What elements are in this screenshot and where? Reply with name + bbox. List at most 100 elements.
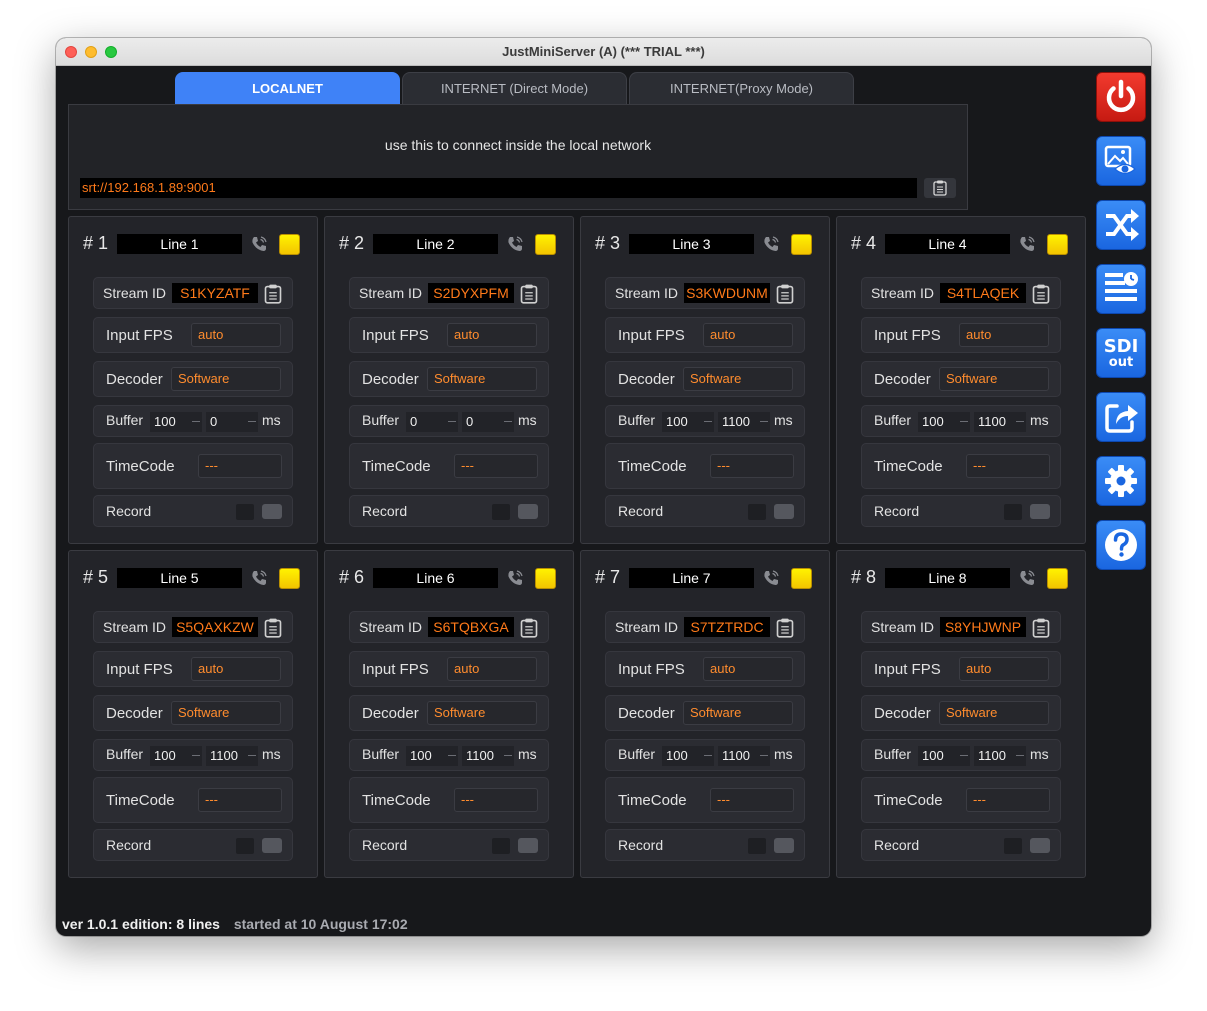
record-toggle[interactable]	[262, 504, 282, 519]
buffer-min-stepper[interactable]	[446, 746, 458, 766]
clipboard-icon[interactable]	[520, 284, 538, 304]
record-toggle[interactable]	[774, 504, 794, 519]
buffer-max-stepper[interactable]	[758, 412, 770, 432]
help-button[interactable]	[1096, 520, 1146, 570]
decoder-label: Decoder	[362, 371, 419, 388]
record-toggle[interactable]	[518, 504, 538, 519]
clipboard-icon[interactable]	[776, 618, 794, 638]
record-toggle[interactable]	[262, 838, 282, 853]
phone-icon[interactable]	[506, 569, 524, 587]
decoder-select[interactable]: Software	[171, 701, 281, 725]
buffer-max-stepper[interactable]	[246, 412, 258, 432]
record-row: Record	[861, 829, 1061, 861]
phone-icon[interactable]	[250, 569, 268, 587]
timecode-label: TimeCode	[874, 458, 943, 475]
input-fps-select[interactable]: auto	[959, 657, 1049, 681]
clipboard-icon[interactable]	[1032, 618, 1050, 638]
routing-button[interactable]	[1096, 200, 1146, 250]
tab-internet-proxy[interactable]: INTERNET(Proxy Mode)	[629, 72, 854, 104]
copy-url-button[interactable]	[924, 178, 956, 198]
power-button[interactable]	[1096, 72, 1146, 122]
preview-button[interactable]	[1096, 136, 1146, 186]
buffer-min-stepper[interactable]	[702, 746, 714, 766]
buffer-max-stepper[interactable]	[246, 746, 258, 766]
clipboard-icon[interactable]	[776, 284, 794, 304]
timecode-label: TimeCode	[362, 792, 431, 809]
buffer-min-stepper[interactable]	[446, 412, 458, 432]
clipboard-icon[interactable]	[264, 284, 282, 304]
schedule-icon	[1105, 272, 1138, 301]
edition-label: edition: 8 lines	[121, 916, 220, 932]
input-fps-select[interactable]: auto	[703, 323, 793, 347]
line-name-field[interactable]: Line 7	[629, 568, 754, 588]
connection-url-field[interactable]: srt://192.168.1.89:9001	[80, 178, 917, 198]
decoder-select[interactable]: Software	[683, 701, 793, 725]
settings-button[interactable]	[1096, 456, 1146, 506]
line-name-field[interactable]: Line 5	[117, 568, 242, 588]
minimize-window-button[interactable]	[85, 46, 97, 58]
line-name-field[interactable]: Line 2	[373, 234, 498, 254]
decoder-label: Decoder	[362, 705, 419, 722]
input-fps-row: Input FPS auto	[349, 317, 549, 353]
buffer-unit-label: ms	[1030, 746, 1049, 762]
buffer-min-stepper[interactable]	[190, 746, 202, 766]
input-fps-select[interactable]: auto	[191, 657, 281, 681]
record-toggle[interactable]	[1030, 504, 1050, 519]
phone-icon[interactable]	[1018, 235, 1036, 253]
decoder-select[interactable]: Software	[939, 701, 1049, 725]
decoder-select[interactable]: Software	[939, 367, 1049, 391]
record-toggle[interactable]	[518, 838, 538, 853]
input-fps-select[interactable]: auto	[703, 657, 793, 681]
line-name-field[interactable]: Line 4	[885, 234, 1010, 254]
sdi-out-button[interactable]: SDI out	[1096, 328, 1146, 378]
buffer-max-stepper[interactable]	[1014, 412, 1026, 432]
input-fps-select[interactable]: auto	[447, 657, 537, 681]
input-fps-select[interactable]: auto	[959, 323, 1049, 347]
phone-icon[interactable]	[762, 569, 780, 587]
stream-id-label: Stream ID	[359, 285, 423, 301]
clipboard-icon[interactable]	[520, 618, 538, 638]
phone-icon[interactable]	[1018, 569, 1036, 587]
record-row: Record	[605, 495, 805, 527]
tab-internet-direct[interactable]: INTERNET (Direct Mode)	[402, 72, 627, 104]
record-toggle[interactable]	[774, 838, 794, 853]
input-fps-select[interactable]: auto	[191, 323, 281, 347]
title-bar: JustMiniServer (A) (*** TRIAL ***)	[56, 38, 1151, 66]
record-toggle[interactable]	[1030, 838, 1050, 853]
line-name-field[interactable]: Line 8	[885, 568, 1010, 588]
buffer-max-stepper[interactable]	[1014, 746, 1026, 766]
tab-localnet[interactable]: LOCALNET	[175, 72, 400, 104]
buffer-min-stepper[interactable]	[958, 746, 970, 766]
maximize-window-button[interactable]	[105, 46, 117, 58]
decoder-select[interactable]: Software	[427, 367, 537, 391]
buffer-max-stepper[interactable]	[502, 746, 514, 766]
schedule-button[interactable]	[1096, 264, 1146, 314]
input-fps-row: Input FPS auto	[349, 651, 549, 687]
phone-icon[interactable]	[250, 235, 268, 253]
buffer-min-stepper[interactable]	[190, 412, 202, 432]
phone-icon[interactable]	[506, 235, 524, 253]
line-name-field[interactable]: Line 1	[117, 234, 242, 254]
input-fps-select[interactable]: auto	[447, 323, 537, 347]
phone-icon[interactable]	[762, 235, 780, 253]
decoder-select[interactable]: Software	[683, 367, 793, 391]
line-card-3: # 3 Line 3 Stream ID S3KWDUNM Input FPS …	[580, 216, 830, 544]
line-name-field[interactable]: Line 6	[373, 568, 498, 588]
input-fps-label: Input FPS	[874, 661, 941, 678]
share-button[interactable]	[1096, 392, 1146, 442]
decoder-select[interactable]: Software	[427, 701, 537, 725]
clipboard-icon[interactable]	[264, 618, 282, 638]
timecode-label: TimeCode	[618, 792, 687, 809]
clipboard-icon[interactable]	[1032, 284, 1050, 304]
stream-id-label: Stream ID	[615, 619, 679, 635]
buffer-max-stepper[interactable]	[758, 746, 770, 766]
decoder-select[interactable]: Software	[171, 367, 281, 391]
timecode-value: ---	[454, 788, 538, 812]
line-name-field[interactable]: Line 3	[629, 234, 754, 254]
close-window-button[interactable]	[65, 46, 77, 58]
buffer-min-stepper[interactable]	[958, 412, 970, 432]
record-indicator	[1004, 838, 1022, 854]
buffer-max-stepper[interactable]	[502, 412, 514, 432]
buffer-min-stepper[interactable]	[702, 412, 714, 432]
record-label: Record	[618, 837, 664, 853]
